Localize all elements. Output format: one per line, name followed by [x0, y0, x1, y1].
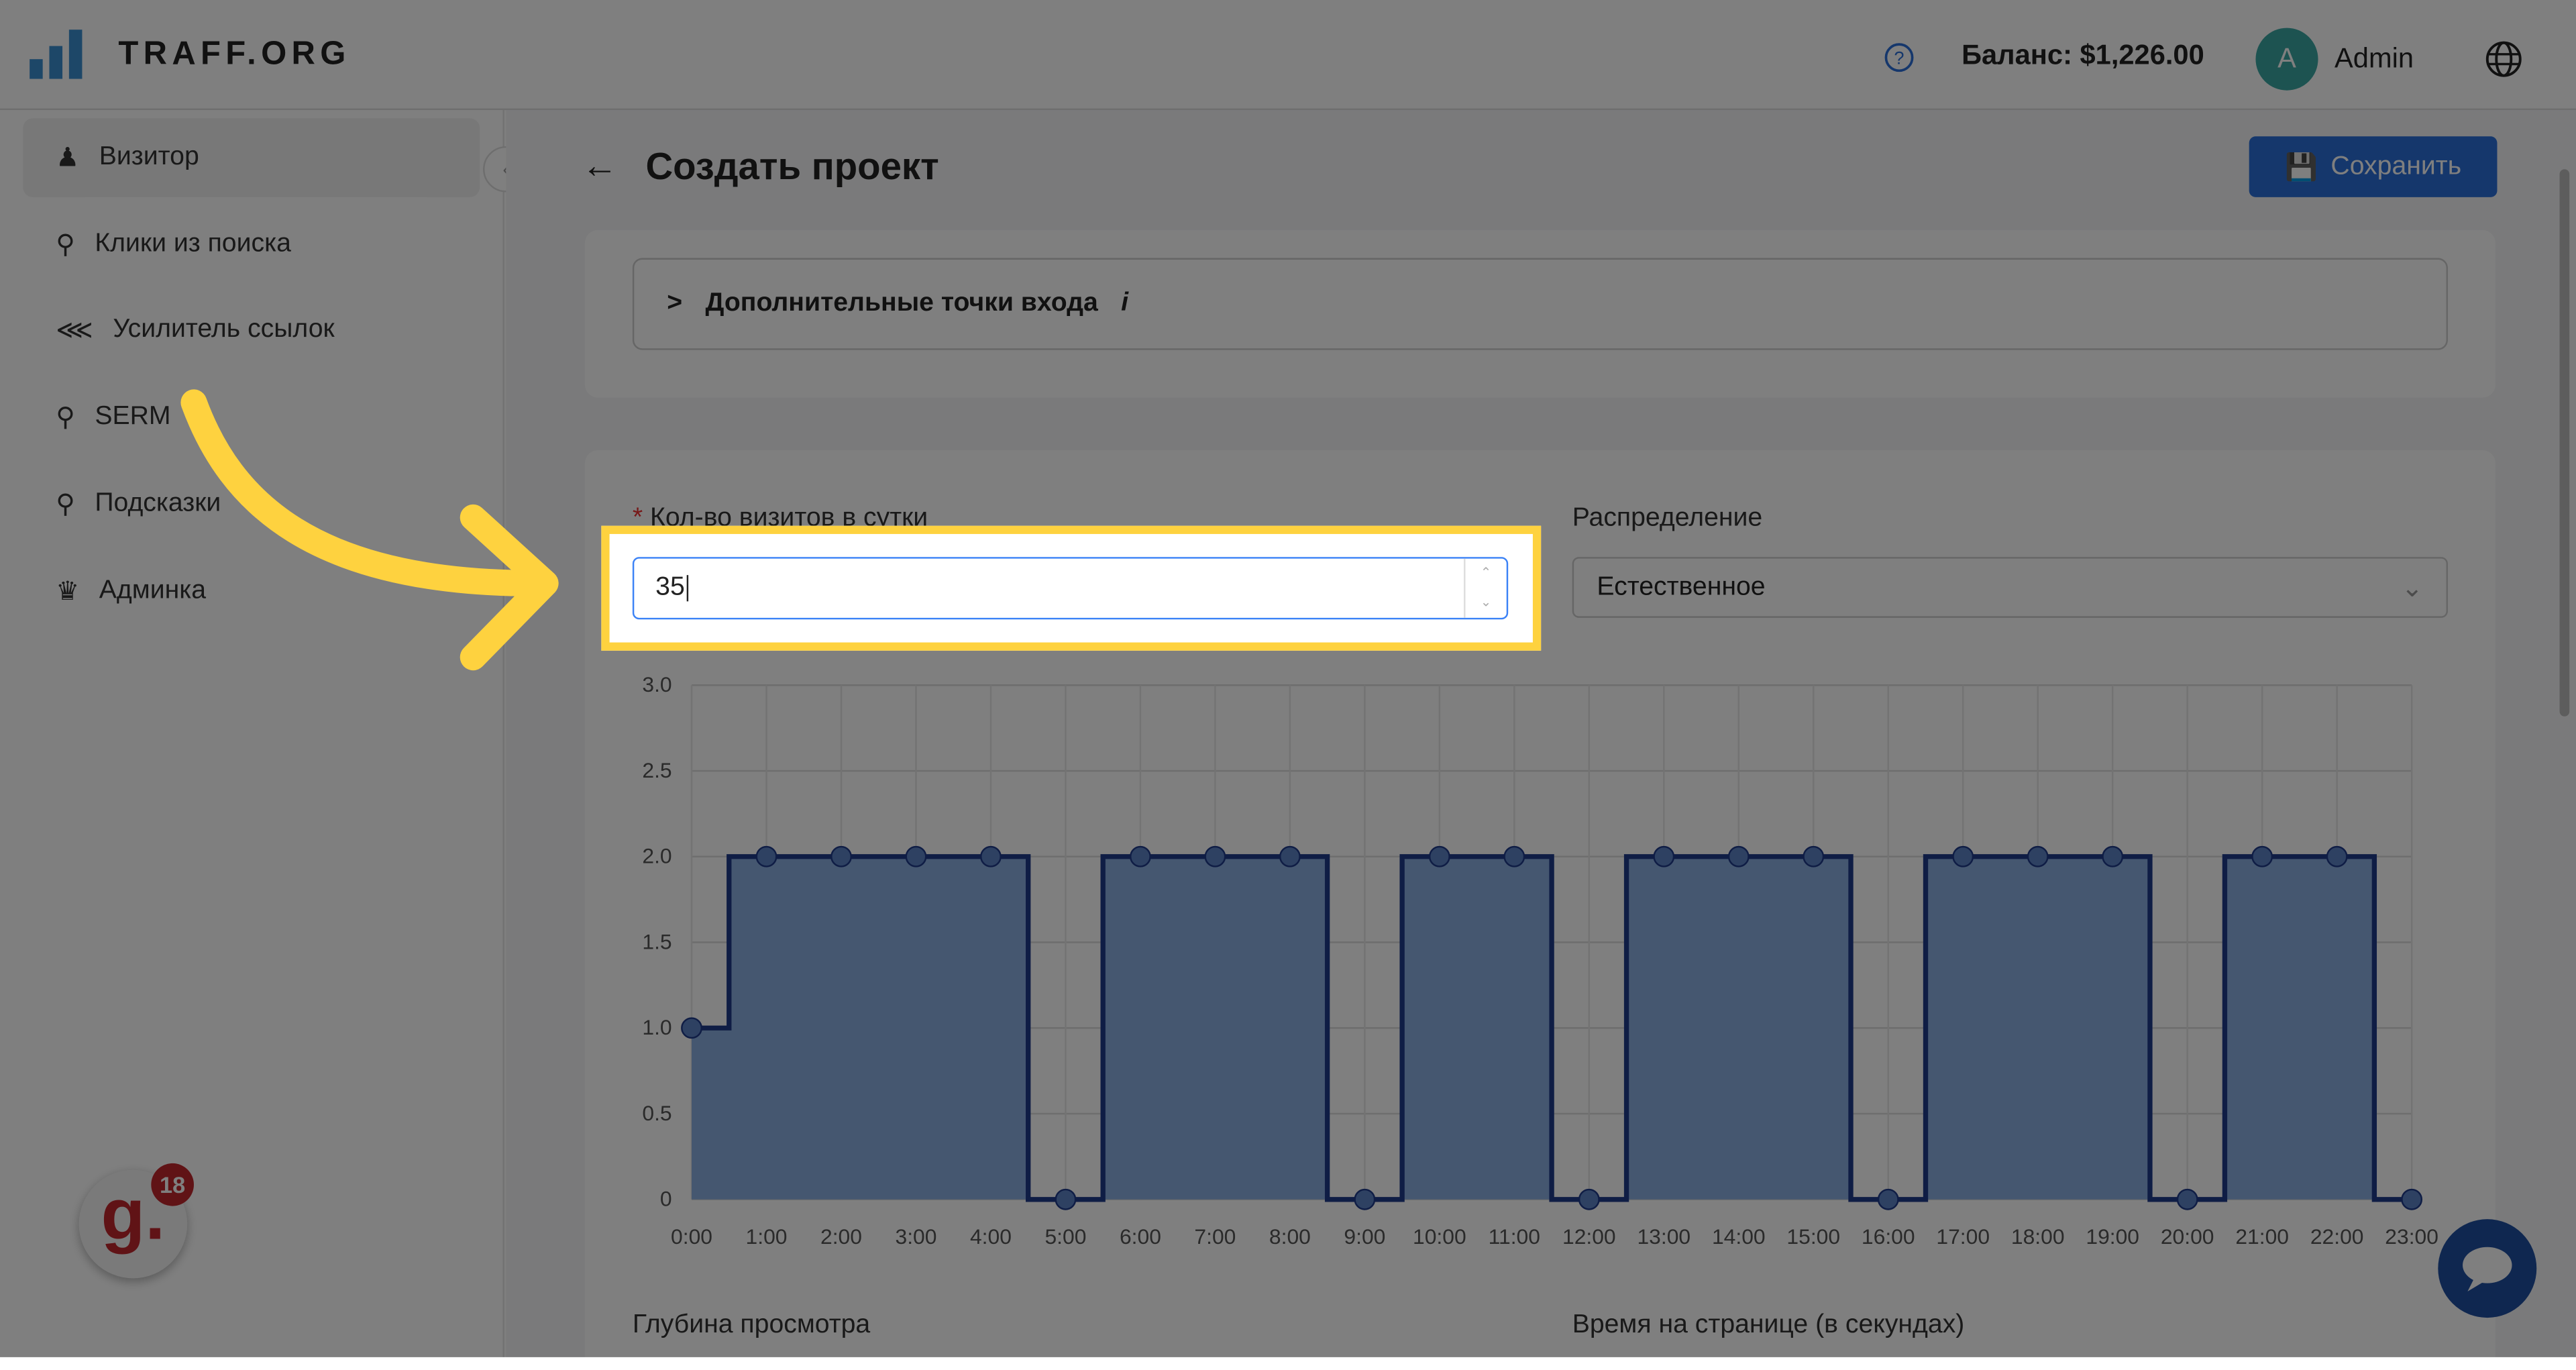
number-spinner[interactable]: ⌃ ⌄	[1464, 558, 1507, 618]
highlight-box: 35 ⌃ ⌄	[601, 525, 1542, 651]
visits-input[interactable]: 35 ⌃ ⌄	[632, 557, 1509, 620]
pointer-arrow-icon	[180, 389, 559, 671]
visits-value: 35	[655, 573, 685, 602]
